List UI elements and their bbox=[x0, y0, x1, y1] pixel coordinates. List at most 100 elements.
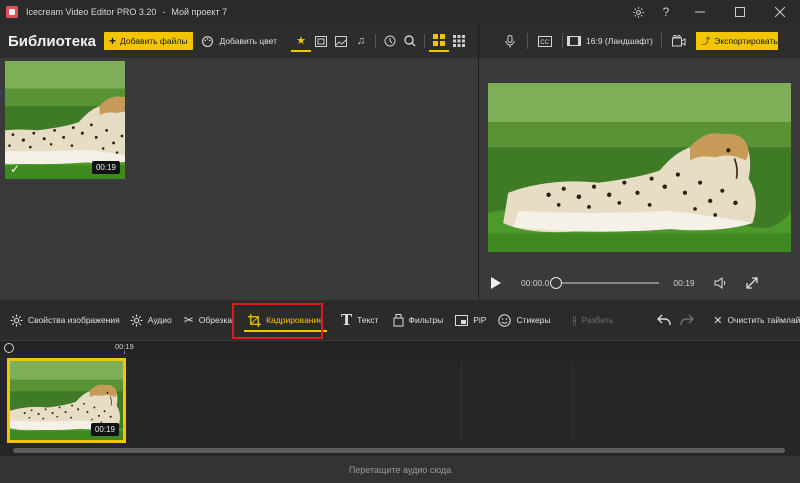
window-controls: ? bbox=[624, 0, 800, 24]
duration-badge: 00:19 bbox=[91, 161, 120, 174]
title-bar: Icecream Video Editor PRO 3.20 - Мой про… bbox=[0, 0, 800, 24]
add-color-button[interactable]: Добавить цвет bbox=[201, 35, 277, 48]
seek-bar[interactable] bbox=[550, 277, 660, 289]
add-files-button[interactable]: + Добавить файлы bbox=[103, 32, 194, 50]
split-label: Разбить bbox=[581, 315, 614, 325]
current-time: 00:00.0 bbox=[521, 278, 550, 288]
audio-label: Аудио bbox=[147, 315, 172, 325]
highlight-annotation-box bbox=[232, 303, 323, 339]
preview-toolbar: CC 16:9 (Ландшафт) ⤴ Экспортировать виде… bbox=[479, 24, 800, 58]
scrollbar-thumb[interactable] bbox=[13, 448, 785, 453]
export-icon: ⤴ bbox=[701, 36, 711, 46]
app-logo-icon bbox=[6, 6, 18, 18]
timeline-ruler[interactable]: 00:19 bbox=[0, 340, 800, 355]
text-button[interactable]: T Текст bbox=[341, 300, 379, 340]
camera-record-icon[interactable] bbox=[666, 30, 692, 52]
image-properties-label: Свойства изображения bbox=[28, 315, 120, 325]
pip-label: PiP bbox=[473, 315, 487, 325]
fullscreen-expand-icon[interactable] bbox=[739, 272, 765, 294]
edit-toolbar: Свойства изображения Аудио ✂ Обрезка Кад… bbox=[0, 300, 800, 340]
playhead-handle[interactable] bbox=[4, 343, 14, 353]
checkmark-icon: ✓ bbox=[10, 162, 21, 176]
divider bbox=[562, 33, 563, 49]
pip-button[interactable]: PiP bbox=[455, 300, 486, 340]
app-name: Icecream Video Editor PRO 3.20 bbox=[26, 7, 157, 17]
stickers-label: Стикеры bbox=[516, 315, 551, 325]
help-icon[interactable]: ? bbox=[652, 0, 680, 24]
scissors-icon: ✂ bbox=[183, 313, 194, 327]
text-t-icon: T bbox=[340, 311, 353, 329]
favorites-star-icon[interactable]: ★ bbox=[291, 30, 312, 52]
video-preview[interactable] bbox=[488, 83, 791, 252]
audio-settings-button[interactable]: Аудио bbox=[130, 300, 172, 340]
filters-button[interactable]: Фильтры bbox=[393, 300, 444, 340]
preview-panel: 00:00.0 00:19 bbox=[479, 58, 800, 300]
divider bbox=[660, 33, 662, 49]
text-label: Текст bbox=[357, 315, 379, 325]
video-track: 00:19 bbox=[0, 354, 800, 446]
large-grid-view-icon[interactable] bbox=[429, 30, 450, 52]
trim-button[interactable]: ✂ Обрезка bbox=[184, 300, 232, 340]
filters-label: Фильтры bbox=[408, 315, 444, 325]
track-divider bbox=[572, 362, 573, 442]
close-button[interactable] bbox=[760, 0, 800, 24]
split-button[interactable]: ⫲ Разбить bbox=[573, 300, 614, 340]
divider bbox=[424, 34, 426, 48]
image-properties-button[interactable]: Свойства изображения bbox=[10, 300, 120, 340]
settings-icon[interactable] bbox=[624, 0, 652, 24]
divider bbox=[375, 34, 377, 48]
audio-gear-icon bbox=[130, 314, 143, 326]
gear-icon bbox=[10, 314, 23, 326]
smiley-icon bbox=[498, 313, 512, 327]
aspect-ratio-label: 16:9 (Ландшафт) bbox=[586, 36, 653, 46]
small-grid-view-icon[interactable] bbox=[449, 30, 469, 52]
library-panel: ✓ 00:19 bbox=[0, 58, 478, 300]
subtitles-cc-icon[interactable]: CC bbox=[532, 30, 558, 52]
search-icon[interactable] bbox=[400, 30, 420, 52]
split-icon: ⫲ bbox=[572, 312, 577, 327]
library-title: Библиотека bbox=[8, 32, 96, 50]
microphone-icon[interactable] bbox=[497, 30, 523, 52]
video-filter-icon[interactable] bbox=[311, 30, 331, 52]
export-video-button[interactable]: ⤴ Экспортировать видео bbox=[695, 32, 778, 50]
music-filter-icon[interactable]: ♫ bbox=[351, 30, 371, 52]
track-divider bbox=[461, 362, 462, 442]
svg-text:CC: CC bbox=[540, 40, 549, 46]
volume-icon[interactable] bbox=[707, 272, 733, 294]
plus-icon: + bbox=[108, 34, 116, 48]
project-name: Мой проект 7 bbox=[171, 7, 228, 17]
add-files-label: Добавить файлы bbox=[120, 36, 188, 46]
clear-timeline-label: Очистить таймлайн bbox=[727, 315, 800, 325]
film-icon bbox=[567, 36, 581, 46]
undo-button[interactable] bbox=[657, 300, 676, 340]
add-color-label: Добавить цвет bbox=[219, 36, 278, 46]
maximize-button[interactable] bbox=[720, 0, 760, 24]
title-separator: - bbox=[162, 7, 166, 17]
ruler-time-label: 00:19 bbox=[115, 342, 134, 351]
timeline-clip[interactable]: 00:19 bbox=[7, 358, 126, 443]
undo-icon bbox=[657, 314, 671, 325]
stickers-button[interactable]: Стикеры bbox=[498, 300, 551, 340]
history-icon[interactable] bbox=[380, 30, 400, 52]
total-time: 00:19 bbox=[673, 278, 695, 288]
app-window: Icecream Video Editor PRO 3.20 - Мой про… bbox=[0, 0, 800, 483]
filter-bottle-icon bbox=[393, 313, 404, 326]
export-label: Экспортировать видео bbox=[714, 36, 778, 46]
clear-timeline-button[interactable]: ✕ Очистить таймлайн bbox=[713, 300, 800, 340]
redo-icon bbox=[680, 314, 695, 325]
cheetah-video-frame bbox=[488, 83, 791, 252]
seek-handle[interactable] bbox=[550, 277, 563, 289]
timeline-scrollbar[interactable] bbox=[0, 446, 800, 456]
library-toolbar: Библиотека + Добавить файлы Добавить цве… bbox=[0, 24, 493, 58]
audio-drop-hint: Перетащите аудио сюда bbox=[348, 464, 452, 475]
library-item[interactable]: ✓ 00:19 bbox=[5, 61, 125, 179]
image-filter-icon[interactable] bbox=[331, 30, 351, 52]
redo-button[interactable] bbox=[680, 300, 699, 340]
audio-drop-zone[interactable]: Перетащите аудио сюда bbox=[0, 456, 800, 483]
palette-icon bbox=[202, 35, 214, 47]
library-filter-icons: ★ ♫ ‹ bbox=[291, 30, 501, 52]
play-icon[interactable] bbox=[491, 277, 501, 289]
aspect-ratio-select[interactable]: 16:9 (Ландшафт) bbox=[567, 36, 653, 46]
pip-icon bbox=[455, 314, 469, 326]
minimize-button[interactable] bbox=[680, 0, 720, 24]
